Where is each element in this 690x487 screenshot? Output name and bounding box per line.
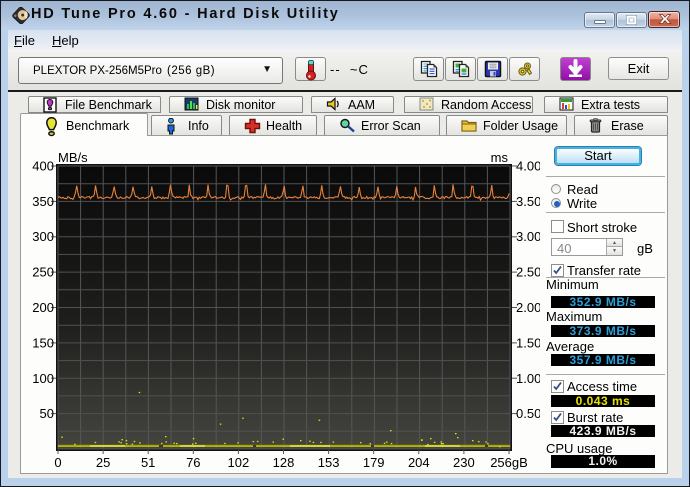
svg-text:179: 179	[363, 455, 385, 470]
svg-text:102: 102	[228, 455, 250, 470]
svg-text:3.00: 3.00	[516, 229, 540, 244]
svg-text:51: 51	[141, 455, 155, 470]
svg-text:300: 300	[32, 229, 54, 244]
svg-text:3.50: 3.50	[516, 194, 540, 209]
svg-text:150: 150	[32, 335, 54, 350]
svg-text:MB/s: MB/s	[58, 150, 88, 165]
svg-text:0.50: 0.50	[516, 406, 540, 421]
svg-text:1.00: 1.00	[516, 371, 540, 386]
svg-text:200: 200	[32, 300, 54, 315]
svg-text:250: 250	[32, 265, 54, 280]
svg-text:2.50: 2.50	[516, 265, 540, 280]
svg-text:76: 76	[186, 455, 200, 470]
svg-text:1.50: 1.50	[516, 335, 540, 350]
svg-text:100: 100	[32, 371, 54, 386]
svg-text:153: 153	[318, 455, 340, 470]
svg-text:25: 25	[96, 455, 110, 470]
svg-text:ms: ms	[491, 150, 509, 165]
svg-text:400: 400	[32, 159, 54, 174]
svg-text:2.00: 2.00	[516, 300, 540, 315]
svg-text:0: 0	[54, 455, 61, 470]
svg-text:128: 128	[273, 455, 295, 470]
svg-text:230: 230	[453, 455, 475, 470]
svg-text:204: 204	[408, 455, 430, 470]
svg-text:50: 50	[40, 406, 54, 421]
svg-text:4.00: 4.00	[516, 159, 540, 174]
svg-text:350: 350	[32, 194, 54, 209]
svg-text:256gB: 256gB	[490, 455, 528, 470]
